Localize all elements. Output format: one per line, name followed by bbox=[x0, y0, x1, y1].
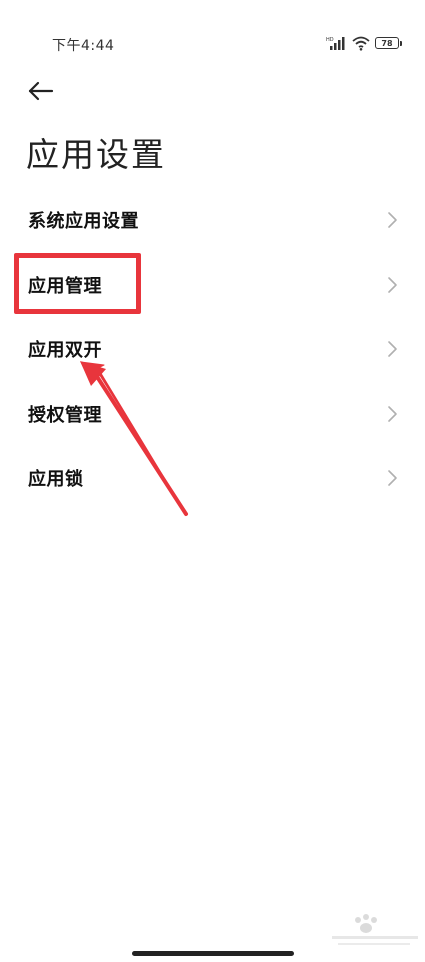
page-title: 应用设置 bbox=[26, 135, 166, 174]
watermark-logo bbox=[332, 914, 418, 945]
menu-item-system-app-settings[interactable]: 系统应用设置 bbox=[0, 188, 425, 253]
cellular-signal-icon: HD bbox=[326, 37, 345, 50]
status-time: 下午4:44 bbox=[52, 38, 115, 54]
status-icons: HD 78 bbox=[326, 34, 402, 52]
home-indicator[interactable] bbox=[132, 951, 294, 956]
menu-item-label: 系统应用设置 bbox=[28, 211, 139, 233]
chevron-right-icon bbox=[388, 212, 397, 229]
chevron-right-icon bbox=[388, 341, 397, 358]
battery-icon: 78 bbox=[375, 37, 402, 49]
back-arrow-icon[interactable] bbox=[26, 76, 58, 106]
chevron-right-icon bbox=[388, 470, 397, 487]
chevron-right-icon bbox=[388, 405, 397, 422]
menu-item-label: 应用双开 bbox=[28, 340, 102, 362]
signal-hd-badge: HD bbox=[326, 37, 334, 43]
menu-item-app-lock[interactable]: 应用锁 bbox=[0, 446, 425, 511]
status-bar: 下午4:44 HD 78 bbox=[0, 0, 425, 90]
menu-item-label: 应用锁 bbox=[28, 469, 84, 491]
annotation-highlight-box bbox=[14, 253, 141, 314]
wifi-icon bbox=[352, 36, 370, 51]
menu-item-dual-apps[interactable]: 应用双开 bbox=[0, 317, 425, 382]
menu-item-label: 授权管理 bbox=[28, 404, 102, 426]
battery-level: 78 bbox=[381, 38, 393, 48]
menu-item-permissions[interactable]: 授权管理 bbox=[0, 382, 425, 447]
chevron-right-icon bbox=[388, 276, 397, 293]
settings-menu-list: 系统应用设置 应用管理 应用双开 授权管理 应用锁 bbox=[0, 188, 425, 511]
